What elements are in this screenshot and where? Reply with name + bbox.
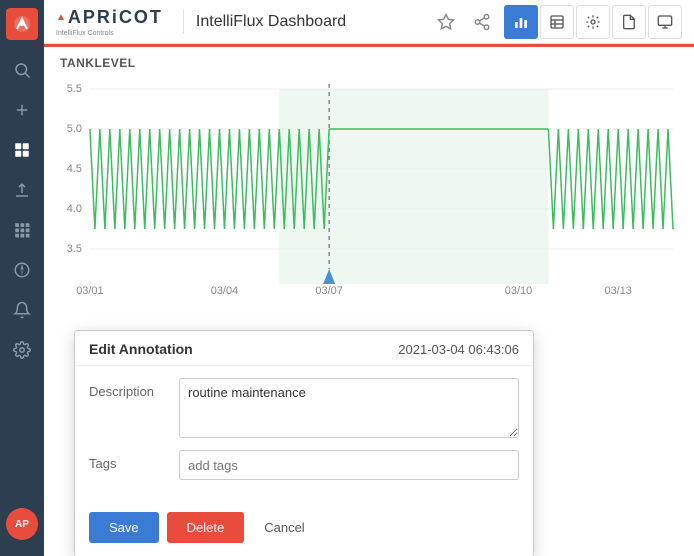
tags-label: Tags bbox=[89, 450, 179, 471]
svg-text:5.0: 5.0 bbox=[67, 123, 82, 135]
svg-text:03/10: 03/10 bbox=[505, 285, 532, 297]
brand-area: ▲ APRiCOT IntelliFlux Controls bbox=[56, 7, 167, 37]
modal-footer: Save Delete Cancel bbox=[75, 504, 533, 556]
tags-input[interactable] bbox=[179, 450, 519, 480]
sidebar-logo[interactable] bbox=[6, 8, 38, 40]
chart-toolbar-btn[interactable] bbox=[504, 5, 538, 39]
annotation-modal: Edit Annotation 2021-03-04 06:43:06 Desc… bbox=[74, 330, 534, 556]
modal-body: Description routine maintenance Tags bbox=[75, 366, 533, 504]
sidebar-item-upload[interactable] bbox=[4, 172, 40, 208]
brand-name: APRiCOT bbox=[68, 7, 163, 28]
sidebar-item-dashboard[interactable] bbox=[4, 132, 40, 168]
star-icon-btn[interactable] bbox=[432, 8, 460, 36]
chart-area: TANKLEVEL 5.5 5.0 4.5 4.0 3.5 bbox=[44, 44, 694, 556]
cancel-button[interactable]: Cancel bbox=[252, 512, 316, 543]
sidebar-item-search[interactable] bbox=[4, 52, 40, 88]
settings-toolbar-btn[interactable] bbox=[576, 5, 610, 39]
page-title: IntelliFlux Dashboard bbox=[196, 13, 424, 31]
delete-button[interactable]: Delete bbox=[167, 512, 245, 543]
svg-text:03/07: 03/07 bbox=[315, 285, 342, 297]
svg-text:03/04: 03/04 bbox=[211, 285, 238, 297]
modal-header: Edit Annotation 2021-03-04 06:43:06 bbox=[75, 331, 533, 366]
sidebar-item-modules[interactable] bbox=[4, 212, 40, 248]
sidebar-item-settings[interactable] bbox=[4, 332, 40, 368]
tags-row: Tags bbox=[89, 450, 519, 480]
modal-title: Edit Annotation bbox=[89, 341, 193, 357]
svg-text:03/13: 03/13 bbox=[604, 285, 631, 297]
topbar-actions bbox=[504, 5, 682, 39]
description-row: Description routine maintenance bbox=[89, 378, 519, 438]
brand-subtitle: IntelliFlux Controls bbox=[56, 30, 114, 37]
svg-text:4.5: 4.5 bbox=[67, 163, 82, 175]
description-textarea[interactable]: routine maintenance bbox=[179, 378, 519, 438]
table-toolbar-btn[interactable] bbox=[540, 5, 574, 39]
description-label: Description bbox=[89, 378, 179, 399]
svg-text:3.5: 3.5 bbox=[67, 243, 82, 255]
topbar: ▲ APRiCOT IntelliFlux Controls IntelliFl… bbox=[44, 0, 694, 44]
sidebar-item-alerts[interactable] bbox=[4, 292, 40, 328]
share-icon-btn[interactable] bbox=[468, 8, 496, 36]
topbar-divider bbox=[183, 10, 184, 34]
chart-container: 5.5 5.0 4.5 4.0 3.5 bbox=[60, 74, 678, 314]
svg-text:4.0: 4.0 bbox=[67, 203, 82, 215]
sidebar-item-add[interactable] bbox=[4, 92, 40, 128]
modal-timestamp: 2021-03-04 06:43:06 bbox=[398, 342, 519, 357]
monitor-toolbar-btn[interactable] bbox=[648, 5, 682, 39]
svg-text:5.5: 5.5 bbox=[67, 83, 82, 95]
file-toolbar-btn[interactable] bbox=[612, 5, 646, 39]
svg-text:03/01: 03/01 bbox=[76, 285, 103, 297]
main-content: ▲ APRiCOT IntelliFlux Controls IntelliFl… bbox=[44, 0, 694, 556]
sidebar: AP bbox=[0, 0, 44, 556]
chart-svg: 5.5 5.0 4.5 4.0 3.5 bbox=[60, 74, 678, 314]
avatar[interactable]: AP bbox=[6, 508, 38, 540]
brand-logo-icon: ▲ bbox=[56, 12, 66, 23]
chart-title: TANKLEVEL bbox=[60, 56, 678, 70]
save-button[interactable]: Save bbox=[89, 512, 159, 543]
sidebar-item-navigate[interactable] bbox=[4, 252, 40, 288]
